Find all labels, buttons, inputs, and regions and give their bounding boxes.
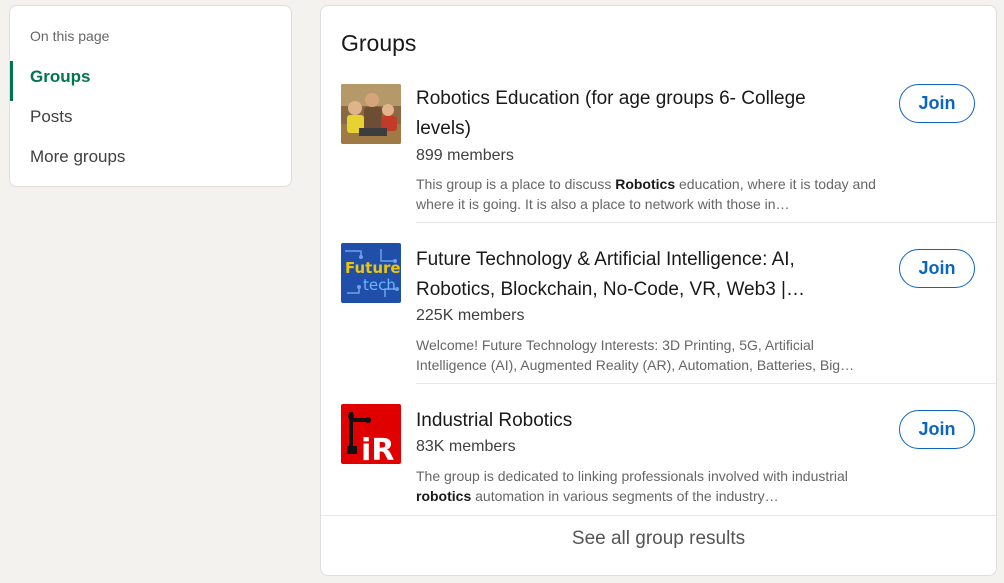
group-result-item: Robotics Education (for age groups 6- Co… — [321, 84, 996, 224]
nav-item-posts[interactable]: Posts — [30, 107, 73, 127]
nav-item-groups[interactable]: Groups — [30, 67, 90, 87]
see-all-groups-link[interactable]: See all group results — [321, 528, 996, 550]
nav-item-more-groups[interactable]: More groups — [30, 147, 125, 167]
nav-heading: On this page — [30, 28, 110, 44]
group-result-item: Future tech Future Technology & Artifici… — [321, 243, 996, 383]
group-logo-industrial-robotics[interactable]: iR — [341, 404, 401, 464]
groups-results-card: Groups Robotics Education (for age group… — [320, 5, 997, 576]
join-group-button[interactable]: Join — [899, 84, 975, 123]
group-logo-robotics-education[interactable] — [341, 84, 401, 144]
group-description: Welcome! Future Technology Interests: 3D… — [416, 335, 886, 375]
search-term-highlight: Robotics — [615, 176, 676, 192]
logo-text-tech: tech — [363, 276, 396, 294]
description-text: Welcome! Future Technology Interests: 3D… — [416, 337, 855, 373]
section-title: Groups — [341, 30, 417, 56]
logo-text-ir: iR — [361, 433, 394, 464]
join-group-button[interactable]: Join — [899, 249, 975, 288]
row-divider — [416, 222, 996, 223]
join-group-button[interactable]: Join — [899, 410, 975, 449]
group-description: The group is dedicated to linking profes… — [416, 466, 886, 506]
description-text: automation in various segments of the in… — [471, 488, 779, 504]
search-term-highlight: robotics — [416, 488, 472, 504]
future-tech-logo-icon: Future tech — [341, 243, 401, 303]
group-member-count: 899 members — [416, 147, 514, 164]
description-text: This group is a place to discuss — [416, 176, 616, 192]
footer-divider — [321, 515, 996, 516]
logo-text-future: Future — [345, 259, 401, 277]
industrial-robotics-logo-icon: iR — [341, 404, 401, 464]
group-result-item: iR Industrial Robotics 83K members The g… — [321, 404, 996, 514]
description-text: The group is dedicated to linking profes… — [416, 468, 848, 484]
group-member-count: 83K members — [416, 438, 516, 455]
group-member-count: 225K members — [416, 307, 525, 324]
on-this-page-nav: On this page Groups Posts More groups — [9, 5, 292, 187]
group-description: This group is a place to discuss Robotic… — [416, 174, 886, 214]
nav-active-indicator — [10, 61, 13, 101]
group-name-link[interactable]: Industrial Robotics — [416, 406, 846, 436]
row-divider — [416, 383, 996, 384]
classroom-photo-icon — [341, 84, 401, 144]
group-name-link[interactable]: Robotics Education (for age groups 6- Co… — [416, 84, 846, 144]
group-logo-future-technology[interactable]: Future tech — [341, 243, 401, 303]
group-name-link[interactable]: Future Technology & Artificial Intellige… — [416, 245, 846, 305]
